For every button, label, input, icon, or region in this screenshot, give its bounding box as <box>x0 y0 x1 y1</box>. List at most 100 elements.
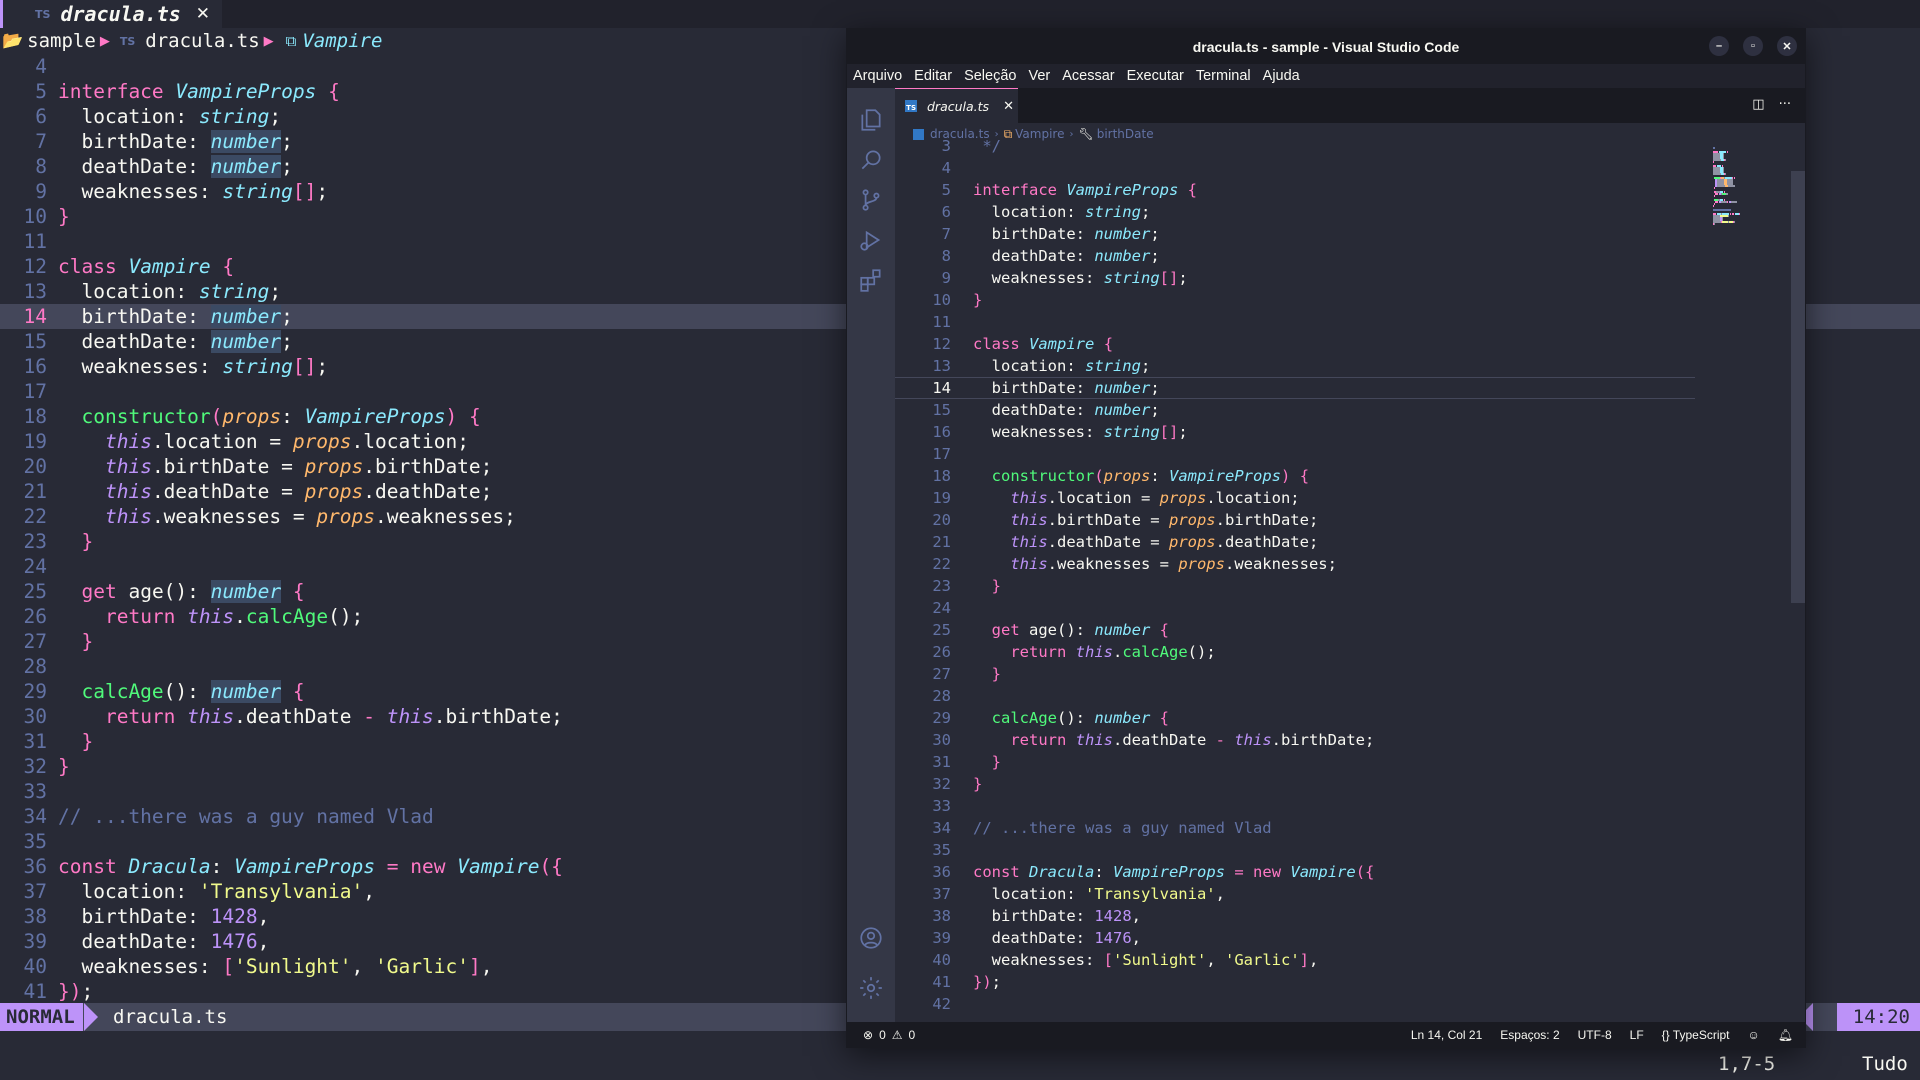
code-line[interactable]: 32} <box>895 773 1695 795</box>
minimap-mark <box>1713 209 1731 211</box>
code-line[interactable]: 8 deathDate: number; <box>895 245 1695 267</box>
code-line[interactable]: 42 <box>895 993 1695 1012</box>
code-line[interactable]: 40 weaknesses: ['Sunlight', 'Garlic'], <box>895 949 1695 971</box>
code-line[interactable]: 12 class Vampire { <box>895 333 1695 355</box>
code-token: VampireProps <box>234 855 376 878</box>
line-text: birthDate: 1428, <box>973 907 1141 925</box>
code-token: : <box>210 855 235 878</box>
code-token: props <box>222 405 282 428</box>
code-line[interactable]: 38 birthDate: 1428, <box>895 905 1695 927</box>
code-line[interactable]: 34 // ...there was a guy named Vlad <box>895 817 1695 839</box>
code-token: (); <box>1187 643 1216 661</box>
close-window-button[interactable]: ✕ <box>1777 36 1797 56</box>
minimize-button[interactable]: – <box>1709 36 1729 56</box>
code-line[interactable]: 39 deathDate: 1476, <box>895 927 1695 949</box>
split-editor-icon[interactable]: ◫ <box>1752 97 1764 112</box>
code-line[interactable]: 22 this.weaknesses = props.weaknesses; <box>895 553 1695 575</box>
code-token: ] <box>468 955 481 978</box>
language-mode[interactable]: {} TypeScript <box>1662 1028 1730 1042</box>
gear-icon[interactable] <box>847 964 895 1012</box>
code-line[interactable]: 4 <box>895 157 1695 179</box>
line-number: 19 <box>23 430 47 453</box>
code-line[interactable]: 28 <box>895 685 1695 707</box>
code-line[interactable]: 36 const Dracula: VampireProps = new Vamp… <box>895 861 1695 883</box>
line-text: birthDate: number; <box>973 379 1160 397</box>
code-line[interactable]: 19 this.location = props.location; <box>895 487 1695 509</box>
code-line[interactable]: 13 location: string; <box>895 355 1695 377</box>
code-line[interactable]: 14 birthDate: number; <box>895 377 1695 399</box>
code-line[interactable]: 9 weaknesses: string[]; <box>895 267 1695 289</box>
close-icon[interactable]: ✕ <box>196 4 210 24</box>
code-line[interactable]: 29 calcAge(): number { <box>895 707 1695 729</box>
code-line[interactable]: 15 deathDate: number; <box>895 399 1695 421</box>
code-line[interactable]: 21 this.deathDate = props.deathDate; <box>895 531 1695 553</box>
menu-acessar[interactable]: Acessar <box>1062 68 1114 84</box>
menu-editar[interactable]: Editar <box>914 68 952 84</box>
close-icon[interactable]: ✕ <box>1003 99 1014 114</box>
line-text: */ <box>973 137 1001 155</box>
window-titlebar[interactable]: dracula.ts - sample - Visual Studio Code… <box>847 29 1805 64</box>
code-token: deathDate: <box>58 155 211 178</box>
minimap-mark <box>1714 187 1715 189</box>
code-line[interactable]: 18 constructor(props: VampireProps) { <box>895 465 1695 487</box>
account-icon[interactable] <box>847 914 895 962</box>
code-line[interactable]: 23 } <box>895 575 1695 597</box>
editor-text-area[interactable]: 3 */4 5 interface VampireProps {6 location… <box>895 135 1695 1012</box>
code-token: , <box>1131 907 1141 925</box>
code-line[interactable]: 41}); <box>895 971 1695 993</box>
menu-ver[interactable]: Ver <box>1028 68 1050 84</box>
menu-arquivo[interactable]: Arquivo <box>853 68 902 84</box>
end-of-line[interactable]: LF <box>1630 1028 1644 1042</box>
indentation[interactable]: Espaços: 2 <box>1500 1028 1559 1042</box>
code-token: .deathDate = <box>1047 533 1169 551</box>
code-token: VampireProps <box>175 80 317 103</box>
menu-terminal[interactable]: Terminal <box>1196 68 1251 84</box>
code-line[interactable]: 17 <box>895 443 1695 465</box>
code-line[interactable]: 5 interface VampireProps { <box>895 179 1695 201</box>
code-line[interactable]: 26 return this.calcAge(); <box>895 641 1695 663</box>
line-text: const Dracula: VampireProps = new Vampir… <box>58 854 563 879</box>
code-line[interactable]: 7 birthDate: number; <box>895 223 1695 245</box>
menu-selecao[interactable]: Seleção <box>964 68 1016 84</box>
line-text: interface VampireProps { <box>973 181 1197 199</box>
code-token: props <box>316 505 376 528</box>
file-encoding[interactable]: UTF-8 <box>1578 1028 1612 1042</box>
code-line[interactable]: 27 } <box>895 663 1695 685</box>
scrollbar-thumb[interactable] <box>1791 171 1805 603</box>
code-line[interactable]: 10} <box>895 289 1695 311</box>
code-line[interactable]: 37 location: 'Transylvania', <box>895 883 1695 905</box>
tab-dracula-ts[interactable]: TS dracula.ts ✕ <box>895 88 1018 123</box>
line-text: this.location = props.location; <box>973 489 1299 507</box>
bell-icon[interactable]: 🔔︎ <box>1778 1028 1793 1042</box>
code-line[interactable]: 35 <box>895 839 1695 861</box>
code-line[interactable]: 6 location: string; <box>895 201 1695 223</box>
code-line[interactable]: 20 this.birthDate = props.birthDate; <box>895 509 1695 531</box>
line-number: 14 <box>23 305 47 328</box>
nvim-tab-dracula[interactable]: TS dracula.ts ✕ <box>0 0 222 28</box>
code-line[interactable]: 30 return this.deathDate - this.birthDat… <box>895 729 1695 751</box>
line-number: 37 <box>932 885 951 903</box>
code-line[interactable]: 31 } <box>895 751 1695 773</box>
line-text: deathDate: 1476, <box>58 929 269 954</box>
minimap[interactable] <box>1713 147 1763 227</box>
code-token: .birthDate; <box>433 705 563 728</box>
menu-executar[interactable]: Executar <box>1127 68 1184 84</box>
feedback-icon[interactable]: ☺ <box>1748 1028 1760 1042</box>
code-line[interactable]: 16 weaknesses: string[]; <box>895 421 1695 443</box>
code-line[interactable]: 24 <box>895 597 1695 619</box>
code-line[interactable]: 3 */ <box>895 135 1695 157</box>
extensions-icon[interactable] <box>847 256 895 304</box>
more-actions-icon[interactable]: ··· <box>1779 97 1791 112</box>
code-line[interactable]: 25 get age(): number { <box>895 619 1695 641</box>
cursor-position[interactable]: Ln 14, Col 21 <box>1411 1028 1482 1042</box>
problems-indicator[interactable]: ⊗ 0 ⚠ 0 <box>863 1028 915 1042</box>
code-line[interactable]: 11 <box>895 311 1695 333</box>
menu-ajuda[interactable]: Ajuda <box>1263 68 1300 84</box>
maximize-button[interactable]: ▫ <box>1743 36 1763 56</box>
code-line[interactable]: 33 <box>895 795 1695 817</box>
